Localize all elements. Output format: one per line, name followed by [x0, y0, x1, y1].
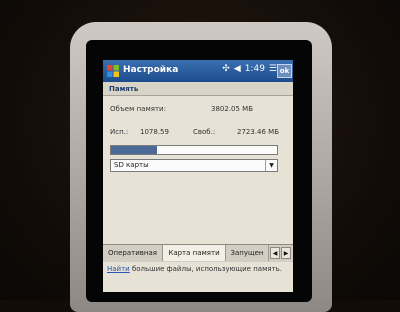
free-value: 2723.46 МБ: [237, 128, 280, 136]
clock[interactable]: 1:49: [245, 64, 265, 74]
used-label: Исп.:: [110, 128, 129, 136]
title-bar: Настройка ✣ ◀︎ 1:49 ☰ ok: [103, 60, 293, 82]
connectivity-icon[interactable]: ✣: [222, 64, 230, 74]
window-title: Настройка: [123, 65, 179, 75]
storage-select[interactable]: SD карты ▼: [110, 159, 278, 172]
used-value: 1078.59: [140, 128, 169, 136]
total-memory-label: Объем памяти:: [110, 105, 166, 113]
total-memory-value: 3802.05 МБ: [211, 105, 254, 113]
storage-select-value: SD карты: [114, 161, 149, 169]
find-link[interactable]: Найти: [107, 265, 130, 273]
speaker-icon[interactable]: ◀︎: [234, 64, 241, 74]
tab-ram[interactable]: Оперативная: [103, 245, 163, 261]
footer-hint: Найти большие файлы, использующие память…: [107, 264, 289, 274]
section-title: Память: [103, 82, 293, 96]
windows-flag-icon[interactable]: [106, 64, 120, 78]
chevron-down-icon[interactable]: ▼: [265, 160, 277, 171]
arrow-left-icon[interactable]: ◀: [270, 247, 280, 259]
tab-running[interactable]: Запущен: [226, 245, 269, 261]
ok-button[interactable]: ok: [277, 64, 292, 78]
tab-storage-card[interactable]: Карта памяти: [163, 245, 226, 261]
tab-bar: Оперативная Карта памяти Запущен ◀ ▶: [103, 244, 293, 262]
system-tray: ✣ ◀︎ 1:49 ☰: [222, 64, 277, 74]
memory-usage-bar: [110, 145, 278, 155]
footer-text: большие файлы, использующие память.: [129, 265, 282, 273]
free-label: Своб.:: [193, 128, 216, 136]
arrow-right-icon[interactable]: ▶: [281, 247, 291, 259]
memory-usage-fill: [111, 146, 158, 154]
menu-lines-icon[interactable]: ☰: [269, 64, 277, 74]
device-screen: Настройка ✣ ◀︎ 1:49 ☰ ok Память Объем па…: [103, 60, 293, 292]
